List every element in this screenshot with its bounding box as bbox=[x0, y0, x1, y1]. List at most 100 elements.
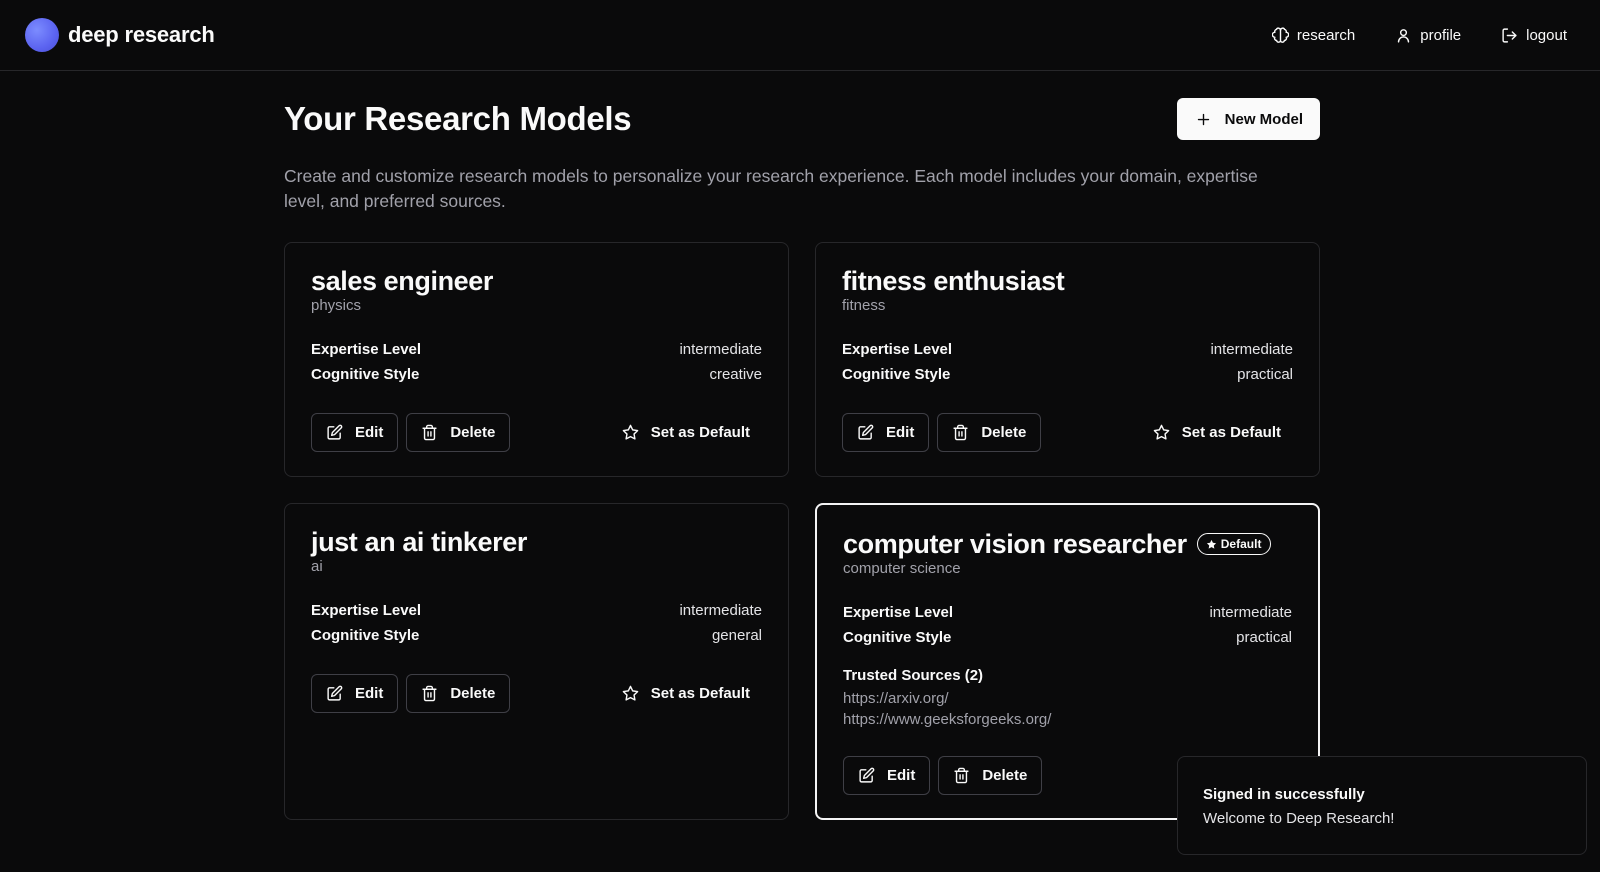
model-props: Expertise Level intermediate Cognitive S… bbox=[311, 337, 762, 387]
star-icon bbox=[622, 685, 639, 701]
edit-icon bbox=[327, 685, 343, 701]
new-model-button[interactable]: New Model bbox=[1176, 98, 1320, 140]
nav-profile[interactable]: profile bbox=[1395, 27, 1461, 44]
source-url: https://www.geeksforgeeks.org/ bbox=[843, 711, 1052, 728]
expertise-value: intermediate bbox=[1209, 604, 1292, 621]
toast-title: Signed in successfully bbox=[1203, 786, 1365, 803]
cognitive-label: Cognitive Style bbox=[311, 627, 420, 644]
model-card: fitness enthusiast fitness Expertise Lev… bbox=[815, 242, 1320, 477]
cognitive-value: practical bbox=[1236, 629, 1292, 646]
model-name: computer vision researcher bbox=[843, 529, 1187, 559]
user-icon bbox=[1398, 28, 1410, 43]
delete-label: Delete bbox=[981, 424, 1027, 441]
set-default-button[interactable]: Set as Default bbox=[1141, 413, 1293, 452]
edit-button[interactable]: Edit bbox=[842, 413, 930, 452]
default-badge: Default bbox=[1196, 533, 1272, 555]
edit-label: Edit bbox=[355, 424, 384, 441]
brand-name: deep research bbox=[68, 22, 215, 47]
cognitive-row: Cognitive Style practical bbox=[842, 362, 1293, 387]
card-title-row: sales engineer bbox=[311, 265, 762, 297]
delete-button[interactable]: Delete bbox=[406, 413, 511, 452]
expertise-row: Expertise Level intermediate bbox=[843, 600, 1292, 625]
models-grid: sales engineer physics Expertise Level i… bbox=[284, 242, 1320, 820]
title-row: Your Research Models New Model bbox=[284, 98, 1320, 140]
card-actions: Edit Delete Set as Default bbox=[311, 413, 762, 452]
source-url: https://arxiv.org/ bbox=[843, 690, 949, 707]
nav-research-label: research bbox=[1296, 26, 1356, 44]
nav-research[interactable]: research bbox=[1271, 26, 1356, 44]
card-title-row: just an ai tinkerer bbox=[311, 526, 762, 558]
page-description: Create and customize research models to … bbox=[284, 166, 1258, 211]
star-filled-icon bbox=[1206, 539, 1216, 549]
cognitive-value: creative bbox=[709, 366, 762, 383]
toast-notification[interactable]: Signed in successfully Welcome to Deep R… bbox=[1177, 756, 1587, 855]
page-title: Your Research Models bbox=[284, 100, 632, 137]
delete-button[interactable]: Delete bbox=[937, 413, 1042, 452]
edit-label: Edit bbox=[886, 424, 915, 441]
card-title-row: computer vision researcher Default bbox=[843, 528, 1292, 560]
cognitive-row: Cognitive Style practical bbox=[843, 625, 1292, 650]
expertise-label: Expertise Level bbox=[843, 604, 954, 621]
expertise-row: Expertise Level intermediate bbox=[311, 337, 762, 362]
default-badge-label: Default bbox=[1220, 537, 1262, 551]
expertise-label: Expertise Level bbox=[842, 341, 953, 358]
expertise-row: Expertise Level intermediate bbox=[842, 337, 1293, 362]
toast-message: Welcome to Deep Research! bbox=[1203, 810, 1395, 827]
trusted-sources-heading: Trusted Sources (2) bbox=[843, 667, 984, 684]
edit-button[interactable]: Edit bbox=[311, 674, 399, 713]
edit-button[interactable]: Edit bbox=[843, 756, 931, 795]
new-model-label: New Model bbox=[1224, 110, 1303, 128]
trash-icon bbox=[422, 685, 437, 702]
expertise-label: Expertise Level bbox=[311, 341, 422, 358]
brain-icon bbox=[1271, 26, 1289, 43]
edit-icon bbox=[858, 424, 874, 440]
card-title-row: fitness enthusiast bbox=[842, 265, 1293, 297]
cognitive-row: Cognitive Style creative bbox=[311, 362, 762, 387]
edit-label: Edit bbox=[887, 767, 916, 784]
delete-label: Delete bbox=[450, 424, 496, 441]
set-default-button[interactable]: Set as Default bbox=[610, 674, 762, 713]
model-card: just an ai tinkerer ai Expertise Level i… bbox=[284, 503, 789, 820]
model-domain: physics bbox=[311, 297, 362, 314]
delete-button[interactable]: Delete bbox=[406, 674, 511, 713]
delete-button[interactable]: Delete bbox=[938, 756, 1043, 795]
model-props: Expertise Level intermediate Cognitive S… bbox=[843, 600, 1292, 650]
expertise-value: intermediate bbox=[1210, 341, 1293, 358]
set-default-label: Set as Default bbox=[650, 424, 750, 441]
edit-button[interactable]: Edit bbox=[311, 413, 399, 452]
cognitive-row: Cognitive Style general bbox=[311, 623, 762, 648]
cognitive-label: Cognitive Style bbox=[843, 629, 952, 646]
cognitive-label: Cognitive Style bbox=[842, 366, 951, 383]
model-domain: computer science bbox=[843, 560, 961, 577]
cognitive-value: practical bbox=[1237, 366, 1293, 383]
nav-logout-label: logout bbox=[1526, 26, 1567, 44]
model-domain: fitness bbox=[842, 297, 886, 314]
expertise-row: Expertise Level intermediate bbox=[311, 598, 762, 623]
model-card: sales engineer physics Expertise Level i… bbox=[284, 242, 789, 477]
set-default-button[interactable]: Set as Default bbox=[610, 413, 762, 452]
model-name: just an ai tinkerer bbox=[311, 527, 527, 557]
nav-profile-label: profile bbox=[1420, 26, 1462, 44]
edit-icon bbox=[327, 424, 343, 440]
trusted-sources: Trusted Sources (2) https://arxiv.org/ h… bbox=[843, 664, 1292, 730]
logout-icon bbox=[1502, 27, 1517, 43]
cognitive-label: Cognitive Style bbox=[311, 366, 420, 383]
edit-label: Edit bbox=[355, 685, 384, 702]
top-navbar: deep research research profile logout bbox=[0, 0, 1600, 71]
card-actions: Edit Delete Set as Default bbox=[842, 413, 1293, 452]
model-domain: ai bbox=[311, 558, 323, 575]
main-nav: research profile logout bbox=[1271, 26, 1567, 44]
expertise-value: intermediate bbox=[679, 341, 762, 358]
set-default-label: Set as Default bbox=[650, 685, 750, 702]
brand[interactable]: deep research bbox=[25, 18, 215, 52]
set-default-label: Set as Default bbox=[1181, 424, 1281, 441]
trash-icon bbox=[422, 424, 437, 441]
plus-icon bbox=[1197, 113, 1209, 125]
model-props: Expertise Level intermediate Cognitive S… bbox=[311, 598, 762, 648]
cognitive-value: general bbox=[711, 627, 762, 644]
nav-logout[interactable]: logout bbox=[1501, 27, 1567, 44]
delete-label: Delete bbox=[450, 685, 496, 702]
brand-logo bbox=[25, 18, 59, 52]
expertise-label: Expertise Level bbox=[311, 602, 422, 619]
model-name: fitness enthusiast bbox=[842, 266, 1065, 296]
